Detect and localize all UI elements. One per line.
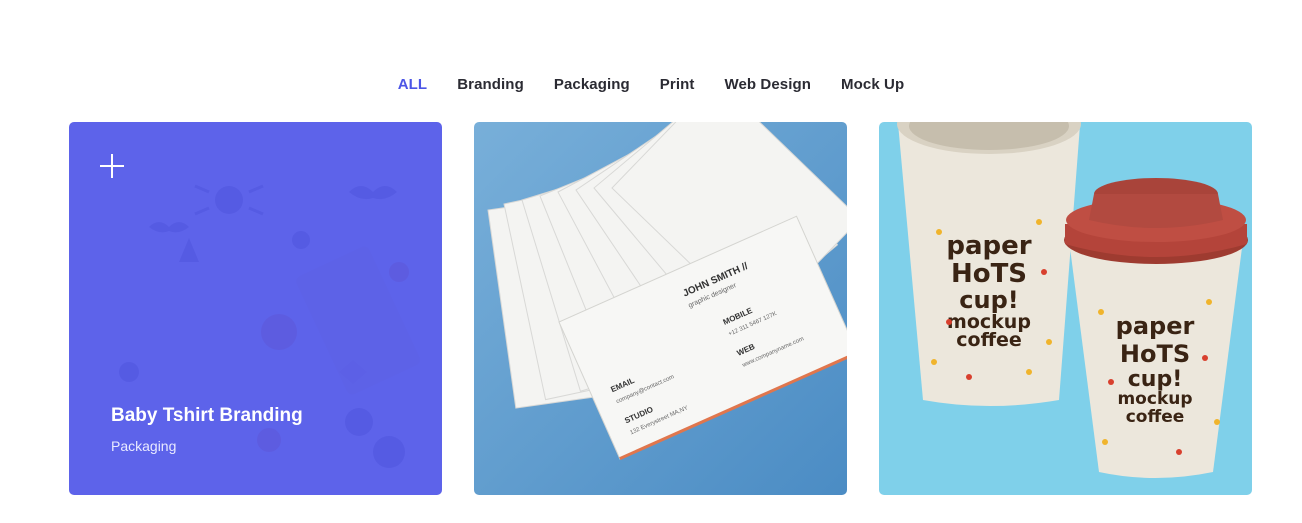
portfolio-filter-nav: ALL Branding Packaging Print Web Design … [0,72,1302,96]
cup1-line2: HoTS [951,259,1027,289]
cup2-line2: HoTS [1120,340,1190,368]
portfolio-card-business-cards[interactable]: JOHN SMITH // graphic designer MOBILE +1… [474,122,847,495]
card-title[interactable]: Baby Tshirt Branding [111,405,303,427]
card-category: Packaging [111,438,177,454]
filter-print[interactable]: Print [660,76,695,93]
cup2-line4: mockup [1117,389,1192,409]
cup2-line5: coffee [1126,407,1185,427]
portfolio-card-paper-cups[interactable]: paper HoTS cup! mockup coffee paper HoTS… [879,122,1252,495]
paper-cups-thumbnail: paper HoTS cup! mockup coffee paper HoTS… [879,122,1252,495]
cup1-line3: cup! [959,286,1018,314]
filter-packaging[interactable]: Packaging [554,76,630,93]
filter-web-design[interactable]: Web Design [724,76,811,93]
cup1-line5: coffee [956,329,1021,351]
plus-icon[interactable] [100,154,124,178]
filter-all[interactable]: ALL [398,76,427,93]
filter-branding[interactable]: Branding [457,76,524,93]
business-cards-thumbnail: JOHN SMITH // graphic designer MOBILE +1… [474,122,847,495]
cup2-line1: paper [1116,312,1195,340]
portfolio-card-baby-tshirt[interactable]: Baby Tshirt Branding Packaging [69,122,442,495]
cup1-line1: paper [946,231,1031,261]
filter-mock-up[interactable]: Mock Up [841,76,904,93]
